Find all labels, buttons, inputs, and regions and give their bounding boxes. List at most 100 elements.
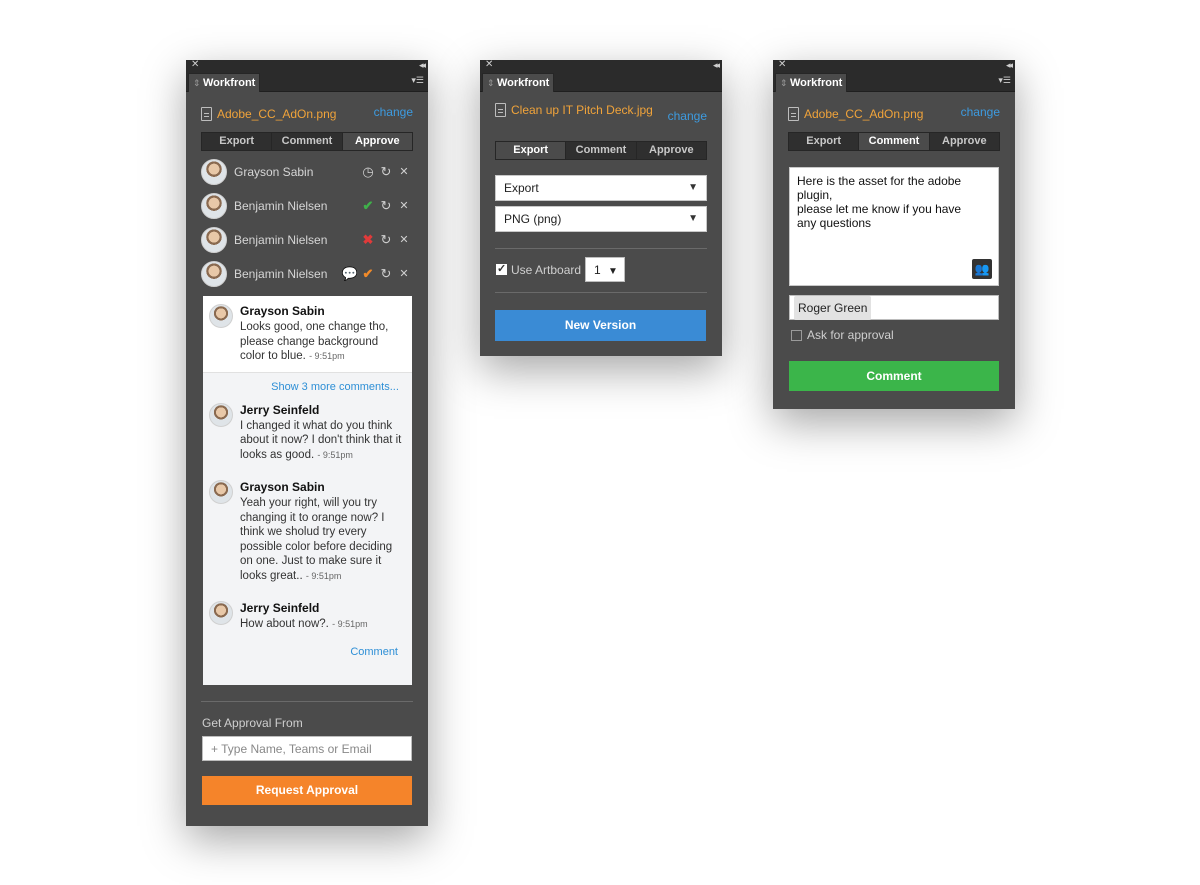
panel-tab-workfront[interactable]: ⇕ Workfront	[482, 73, 554, 92]
comment-text-line: any questions	[797, 216, 872, 230]
close-icon[interactable]: ✕	[778, 59, 786, 71]
comment-author: Jerry Seinfeld	[240, 402, 320, 417]
comment-text-line: please let me know if you have	[797, 202, 962, 216]
panel-menu-icon[interactable]: ▾☰	[998, 75, 1011, 86]
file-row: Clean up IT Pitch Deck.jpg	[495, 101, 653, 119]
recipient-field[interactable]: Roger Green	[789, 295, 999, 320]
panel-tabbar: ⇕ Workfront	[480, 72, 722, 92]
remove-icon[interactable]: ✕	[395, 266, 413, 282]
approver-search-input[interactable]: + Type Name, Teams or Email	[202, 736, 412, 761]
artboard-select[interactable]: 1 ▼	[585, 257, 625, 282]
avatar	[201, 261, 227, 287]
change-link[interactable]: change	[374, 105, 413, 119]
file-name: Adobe_CC_AdOn.png	[217, 107, 337, 121]
tab-approve[interactable]: Approve	[342, 133, 412, 150]
panel-tab-workfront[interactable]: ⇕ Workfront	[188, 73, 260, 92]
collapse-icon[interactable]: ◂◂	[1006, 59, 1013, 71]
change-link[interactable]: change	[961, 105, 1000, 119]
mode-tabs: Export Comment Approve	[788, 132, 1000, 151]
comment-author: Grayson Sabin	[240, 480, 325, 494]
grip-icon: ⇕	[780, 78, 788, 88]
remove-icon[interactable]: ✕	[395, 164, 413, 180]
dropdown-caret-icon: ▼	[688, 213, 698, 224]
dropdown-caret-icon: ▼	[688, 182, 698, 193]
comment-thread: Grayson Sabin Looks good, one change tho…	[203, 296, 412, 685]
use-artboard-label: Use Artboard	[511, 263, 582, 277]
action-select[interactable]: Export ▼	[495, 175, 707, 201]
file-name: Clean up IT Pitch Deck.jpg	[511, 103, 653, 117]
comment-author: Jerry Seinfeld	[240, 601, 320, 615]
resend-icon[interactable]: ↻	[377, 232, 395, 248]
comment-textarea[interactable]: Here is the asset for the adobe plugin, …	[789, 167, 999, 286]
approver-row: Grayson Sabin ◷ ↻ ✕	[201, 158, 413, 186]
format-select-value: PNG (png)	[504, 212, 562, 226]
tab-comment[interactable]: Comment	[566, 142, 637, 159]
format-select[interactable]: PNG (png) ▼	[495, 206, 707, 232]
approver-name: Grayson Sabin	[234, 165, 314, 179]
divider	[495, 292, 707, 293]
artboard-value: 1	[594, 263, 601, 277]
avatar	[201, 193, 227, 219]
panel-topbar: ✕ ◂◂	[186, 59, 428, 72]
file-row: Adobe_CC_AdOn.png	[788, 105, 923, 123]
resend-icon[interactable]: ↻	[377, 198, 395, 214]
remove-icon[interactable]: ✕	[395, 198, 413, 214]
mention-user-icon[interactable]: 👥	[972, 259, 992, 279]
comment-text-line: Here is the asset for the adobe plugin,	[797, 174, 962, 202]
collapse-icon[interactable]: ◂◂	[419, 59, 426, 71]
panel-title: Workfront	[497, 77, 550, 89]
tab-export[interactable]: Export	[789, 133, 860, 150]
panel-title: Workfront	[203, 77, 256, 89]
comment-item: Grayson Sabin Looks good, one change tho…	[203, 296, 412, 373]
tab-comment[interactable]: Comment	[859, 133, 930, 150]
resend-icon[interactable]: ↻	[377, 266, 395, 282]
avatar	[201, 159, 227, 185]
workfront-panel-approve: ✕ ◂◂ ⇕ Workfront ▾☰ Adobe_CC_AdOn.png cha…	[186, 59, 428, 826]
approver-row: Benjamin Nielsen ✖ ↻ ✕	[201, 226, 413, 254]
comment-author: Grayson Sabin	[240, 304, 325, 318]
use-artboard-checkbox[interactable]	[496, 262, 507, 275]
add-comment-link[interactable]: Comment	[203, 640, 412, 666]
file-name: Adobe_CC_AdOn.png	[804, 107, 924, 121]
change-link[interactable]: change	[668, 109, 707, 123]
divider	[495, 248, 707, 249]
grip-icon: ⇕	[193, 78, 201, 88]
request-approval-button[interactable]: Request Approval	[202, 776, 412, 805]
collapse-icon[interactable]: ◂◂	[713, 59, 720, 71]
tab-comment[interactable]: Comment	[272, 133, 343, 150]
comment-button[interactable]: Comment	[789, 361, 999, 391]
clock-icon: ◷	[362, 164, 374, 179]
avatar	[209, 304, 233, 328]
close-icon[interactable]: ✕	[485, 59, 493, 71]
panel-tabbar: ⇕ Workfront ▾☰	[773, 72, 1015, 92]
action-select-value: Export	[504, 181, 539, 195]
grip-icon: ⇕	[487, 78, 495, 88]
comment-item: Grayson Sabin Yeah your right, will you …	[203, 470, 412, 591]
panel-topbar: ✕ ◂◂	[773, 59, 1015, 72]
comment-text: How about now?.	[240, 618, 329, 630]
new-version-button[interactable]: New Version	[495, 310, 706, 341]
tab-approve[interactable]: Approve	[930, 133, 999, 150]
show-more-comments-link[interactable]: Show 3 more comments...	[203, 373, 412, 395]
speech-bubble-icon[interactable]: 💬	[341, 266, 359, 282]
clipboard-icon	[495, 103, 506, 117]
panel-tab-workfront[interactable]: ⇕ Workfront	[775, 73, 847, 92]
remove-icon[interactable]: ✕	[395, 232, 413, 248]
comment-item: Jerry Seinfeld How about now?. - 9:51pm	[203, 591, 412, 640]
approver-row: Benjamin Nielsen ✔ ↻ ✕	[201, 192, 413, 220]
resend-icon[interactable]: ↻	[377, 164, 395, 180]
tab-export[interactable]: Export	[202, 133, 273, 150]
ask-approval-checkbox[interactable]	[791, 330, 802, 341]
panel-topbar: ✕ ◂◂	[480, 59, 722, 72]
checkmark-icon: ✔	[362, 198, 374, 213]
panel-menu-icon[interactable]: ▾☰	[411, 75, 424, 86]
tab-approve[interactable]: Approve	[637, 142, 706, 159]
approver-name: Benjamin Nielsen	[234, 267, 328, 281]
approver-name: Benjamin Nielsen	[234, 233, 328, 247]
tab-export[interactable]: Export	[496, 142, 567, 159]
recipient-chip[interactable]: Roger Green	[794, 296, 872, 320]
comment-time: - 9:51pm	[332, 619, 368, 629]
close-icon[interactable]: ✕	[191, 59, 199, 71]
checkmark-icon: ✔	[362, 266, 374, 281]
mode-tabs: Export Comment Approve	[201, 132, 413, 151]
